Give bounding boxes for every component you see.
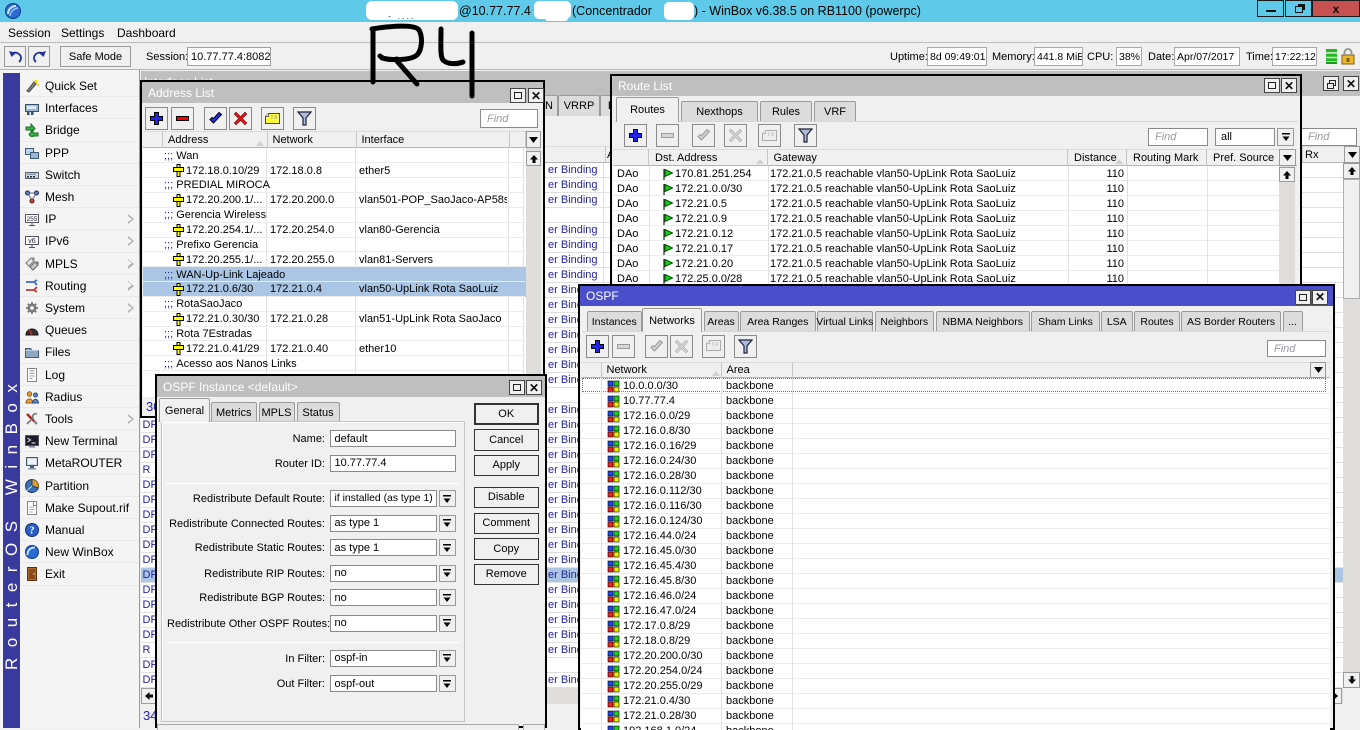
svg-text:v6: v6 xyxy=(28,238,36,245)
svg-text:255: 255 xyxy=(27,216,38,223)
svg-text:?: ? xyxy=(30,526,35,537)
